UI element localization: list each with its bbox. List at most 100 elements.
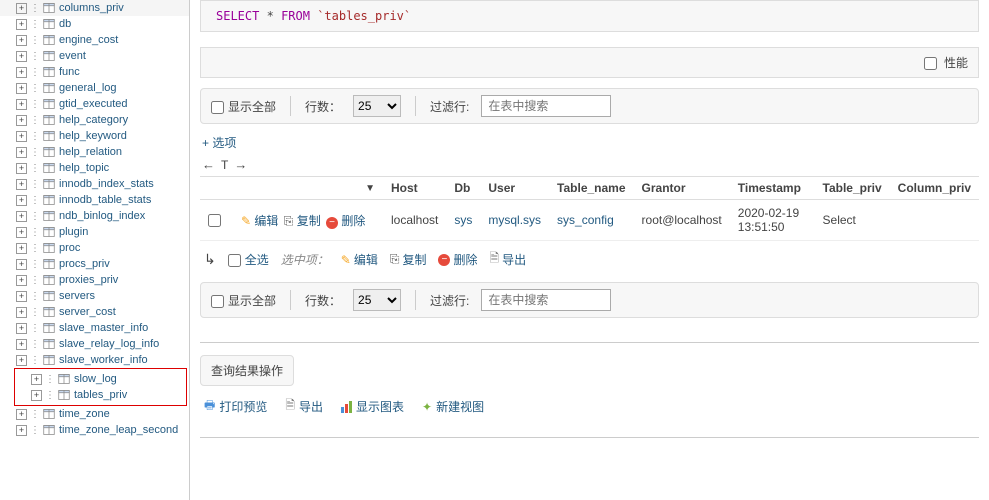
sidebar-item-time-zone-leap-second[interactable]: +⋮time_zone_leap_second (0, 422, 189, 438)
bulk-export-link[interactable]: 🗎导出 (489, 249, 526, 270)
expand-icon[interactable]: + (31, 374, 42, 385)
options-link[interactable]: + 选项 (202, 134, 236, 151)
row-copy-link[interactable]: ⎘ 复制 (284, 214, 321, 228)
expand-icon[interactable]: + (16, 307, 27, 318)
col-user[interactable]: User (480, 177, 549, 200)
sidebar-item-innodb-table-stats[interactable]: +⋮innodb_table_stats (0, 192, 189, 208)
print-preview-link[interactable]: 🖶打印预览 (204, 396, 267, 417)
expand-icon[interactable]: + (16, 323, 27, 334)
expand-icon[interactable]: + (16, 147, 27, 158)
col-db[interactable]: Db (446, 177, 480, 200)
show-all-checkbox[interactable] (211, 101, 224, 114)
structure-icon: ⋮ (30, 291, 40, 302)
col-table-name[interactable]: Table_name (549, 177, 633, 200)
expand-icon[interactable]: + (16, 259, 27, 270)
col-table-priv[interactable]: Table_priv (815, 177, 890, 200)
sidebar-item-help-keyword[interactable]: +⋮help_keyword (0, 128, 189, 144)
expand-icon[interactable]: + (16, 19, 27, 30)
expand-icon[interactable]: + (16, 67, 27, 78)
cell-user[interactable]: mysql.sys (488, 213, 541, 227)
show-all-option[interactable]: 显示全部 (211, 292, 276, 309)
cell-db[interactable]: sys (454, 213, 472, 227)
table-icon (42, 65, 56, 79)
expand-icon[interactable]: + (16, 195, 27, 206)
arrow-left-icon: ← (202, 157, 215, 172)
structure-icon: ⋮ (45, 390, 55, 401)
bulk-edit-link[interactable]: ✎编辑 (341, 251, 378, 268)
sidebar-item-proxies-priv[interactable]: +⋮proxies_priv (0, 272, 189, 288)
sidebar-item-help-relation[interactable]: +⋮help_relation (0, 144, 189, 160)
sidebar-item-time-zone[interactable]: +⋮time_zone (0, 406, 189, 422)
sidebar-item-help-topic[interactable]: +⋮help_topic (0, 160, 189, 176)
sidebar-item-slave-relay-log-info[interactable]: +⋮slave_relay_log_info (0, 336, 189, 352)
expand-icon[interactable]: + (16, 211, 27, 222)
results-toolbar-top: 显示全部 行数： 25 过滤行: (200, 88, 979, 124)
expand-icon[interactable]: + (16, 179, 27, 190)
expand-icon[interactable]: + (16, 3, 27, 14)
expand-icon[interactable]: + (16, 227, 27, 238)
expand-icon[interactable]: + (16, 355, 27, 366)
sidebar-item-ndb-binlog-index[interactable]: +⋮ndb_binlog_index (0, 208, 189, 224)
expand-icon[interactable]: + (16, 425, 27, 436)
create-view-link[interactable]: ✦新建视图 (422, 398, 484, 415)
performance-checkbox[interactable] (924, 57, 937, 70)
col-host[interactable]: Host (383, 177, 446, 200)
structure-icon: ⋮ (30, 425, 40, 436)
rows-select[interactable]: 25 (353, 95, 401, 117)
sidebar-item-procs-priv[interactable]: +⋮procs_priv (0, 256, 189, 272)
sidebar-item-func[interactable]: +⋮func (0, 64, 189, 80)
expand-icon[interactable]: + (16, 51, 27, 62)
sidebar-item-server-cost[interactable]: +⋮server_cost (0, 304, 189, 320)
with-selected-label: 选中项： (281, 251, 329, 268)
col-timestamp[interactable]: Timestamp (730, 177, 815, 200)
expand-icon[interactable]: + (16, 131, 27, 142)
col-grantor[interactable]: Grantor (634, 177, 730, 200)
sidebar-item-general-log[interactable]: +⋮general_log (0, 80, 189, 96)
cell-table-name[interactable]: sys_config (557, 213, 614, 227)
select-all-option[interactable]: 全选 (228, 251, 269, 268)
rows-select-bottom[interactable]: 25 (353, 289, 401, 311)
sort-indicator-icon[interactable]: ▼ (365, 183, 375, 194)
expand-icon[interactable]: + (16, 35, 27, 46)
sidebar-item-innodb-index-stats[interactable]: +⋮innodb_index_stats (0, 176, 189, 192)
row-delete-link[interactable]: − 删除 (326, 214, 365, 228)
sidebar-item-db[interactable]: +⋮db (0, 16, 189, 32)
select-all-checkbox[interactable] (228, 254, 241, 267)
row-edit-link[interactable]: ✎ 编辑 (241, 214, 278, 228)
sidebar-item-engine-cost[interactable]: +⋮engine_cost (0, 32, 189, 48)
expand-icon[interactable]: + (16, 291, 27, 302)
show-chart-link[interactable]: 显示图表 (341, 398, 404, 415)
bulk-copy-link[interactable]: ⎘复制 (390, 251, 427, 268)
filter-input-bottom[interactable] (481, 289, 611, 311)
sidebar-item-slave-master-info[interactable]: +⋮slave_master_info (0, 320, 189, 336)
expand-icon[interactable]: + (16, 163, 27, 174)
structure-icon: ⋮ (30, 307, 40, 318)
expand-icon[interactable]: + (16, 99, 27, 110)
sidebar-item-columns-priv[interactable]: +⋮columns_priv (0, 0, 189, 16)
filter-input[interactable] (481, 95, 611, 117)
table-icon (42, 33, 56, 47)
sidebar-item-tables-priv[interactable]: +⋮tables_priv (15, 387, 186, 403)
expand-icon[interactable]: + (31, 390, 42, 401)
expand-icon[interactable]: + (16, 339, 27, 350)
sidebar-item-event[interactable]: +⋮event (0, 48, 189, 64)
sidebar-item-help-category[interactable]: +⋮help_category (0, 112, 189, 128)
sidebar-item-plugin[interactable]: +⋮plugin (0, 224, 189, 240)
sidebar-item-gtid-executed[interactable]: +⋮gtid_executed (0, 96, 189, 112)
sidebar-item-proc[interactable]: +⋮proc (0, 240, 189, 256)
export-link[interactable]: 🗎导出 (285, 396, 323, 417)
sidebar-item-servers[interactable]: +⋮servers (0, 288, 189, 304)
expand-icon[interactable]: + (16, 83, 27, 94)
expand-icon[interactable]: + (16, 275, 27, 286)
expand-icon[interactable]: + (16, 115, 27, 126)
show-all-option[interactable]: 显示全部 (211, 98, 276, 115)
col-column-priv[interactable]: Column_priv (890, 177, 979, 200)
sidebar-item-label: help_relation (59, 146, 122, 158)
expand-icon[interactable]: + (16, 409, 27, 420)
bulk-delete-link[interactable]: −删除 (438, 251, 477, 268)
row-checkbox[interactable] (208, 214, 221, 227)
expand-icon[interactable]: + (16, 243, 27, 254)
sidebar-item-slow-log[interactable]: +⋮slow_log (15, 371, 186, 387)
sidebar-item-slave-worker-info[interactable]: +⋮slave_worker_info (0, 352, 189, 368)
show-all-checkbox-bottom[interactable] (211, 295, 224, 308)
